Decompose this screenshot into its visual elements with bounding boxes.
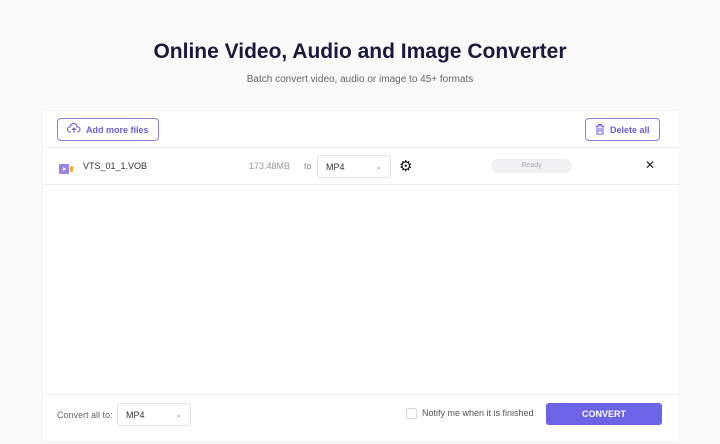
page-title: Online Video, Audio and Image Converter bbox=[153, 40, 567, 63]
footer-bar: Convert all to: MP4 ⌄ Notify me when it … bbox=[43, 394, 679, 444]
convert-button[interactable]: CONVERT bbox=[546, 403, 662, 425]
convert-all-value: MP4 bbox=[126, 409, 145, 420]
add-more-files-button[interactable]: Add more files bbox=[57, 118, 159, 141]
delete-all-button[interactable]: Delete all bbox=[585, 118, 660, 141]
file-format-value: MP4 bbox=[326, 161, 345, 172]
gear-icon[interactable]: ⚙ bbox=[399, 157, 412, 175]
file-name: VTS_01_1.VOB bbox=[83, 161, 148, 171]
file-size: 173.48MB bbox=[249, 161, 291, 171]
file-format-select[interactable]: MP4 ⌄ bbox=[317, 155, 391, 178]
cloud-upload-icon bbox=[66, 122, 81, 136]
page-subtitle: Batch convert video, audio or image to 4… bbox=[246, 74, 474, 85]
trash-icon bbox=[595, 123, 605, 137]
convert-all-label: Convert all to: bbox=[57, 410, 113, 420]
chevron-down-icon: ⌄ bbox=[375, 162, 382, 171]
convert-all-select[interactable]: MP4 ⌄ bbox=[117, 403, 191, 426]
add-more-files-label: Add more files bbox=[86, 124, 149, 135]
remove-file-icon[interactable]: ✕ bbox=[645, 158, 655, 172]
notify-checkbox[interactable] bbox=[406, 408, 417, 419]
to-label: to bbox=[304, 161, 312, 171]
status-badge: Ready bbox=[491, 159, 572, 173]
video-file-icon bbox=[59, 161, 73, 179]
file-row: VTS_01_1.VOB 173.48MB to MP4 ⌄ ⚙ Ready ✕ bbox=[43, 147, 679, 185]
notify-label: Notify me when it is finished bbox=[422, 408, 534, 418]
chevron-down-icon: ⌄ bbox=[175, 410, 182, 419]
delete-all-label: Delete all bbox=[610, 124, 650, 135]
converter-panel: Add more files Delete all VTS_01_1.VOB 1… bbox=[43, 111, 679, 441]
